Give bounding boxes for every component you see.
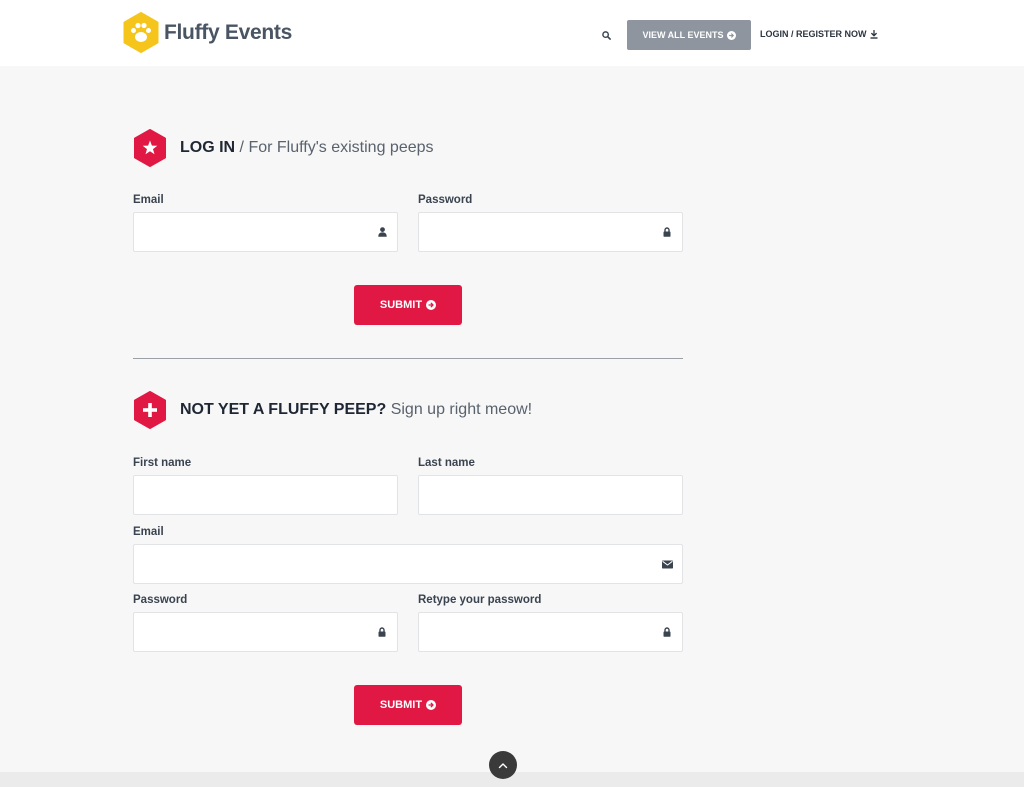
login-password-label: Password: [418, 194, 473, 206]
signup-email-input[interactable]: [134, 545, 682, 583]
signup-title-strong: NOT YET A FLUFFY PEEP?: [180, 401, 387, 418]
last-name-field-wrapper: [418, 475, 683, 515]
download-icon: [870, 29, 878, 39]
login-password-field-wrapper: [418, 212, 683, 252]
first-name-field-wrapper: [133, 475, 398, 515]
last-name-input[interactable]: [419, 476, 682, 514]
chevron-up-icon: [498, 762, 508, 768]
login-title-strong: LOG IN: [180, 139, 236, 156]
view-all-events-button[interactable]: VIEW ALL EVENTS: [627, 20, 751, 50]
retype-password-field-wrapper: [418, 612, 683, 652]
search-button[interactable]: [597, 26, 615, 44]
brand-name: Fluffy Events: [164, 20, 292, 44]
plus-icon: [134, 391, 166, 429]
login-register-link[interactable]: LOGIN / REGISTER NOW: [760, 29, 878, 39]
login-email-field-wrapper: [133, 212, 398, 252]
scroll-to-top-button[interactable]: [489, 751, 517, 779]
arrow-circle-right-icon: [426, 300, 437, 310]
envelope-icon: [660, 557, 674, 571]
signup-password-input[interactable]: [134, 613, 397, 651]
signup-title: NOT YET A FLUFFY PEEP? Sign up right meo…: [180, 401, 532, 419]
login-email-label: Email: [133, 194, 164, 206]
lock-icon: [375, 625, 389, 639]
signup-email-field-wrapper: [133, 544, 683, 584]
login-email-input[interactable]: [134, 213, 397, 251]
login-title: LOG IN / For Fluffy's existing peeps: [180, 139, 434, 157]
user-icon: [375, 225, 389, 239]
login-register-label: LOGIN / REGISTER NOW: [760, 29, 867, 39]
first-name-label: First name: [133, 457, 192, 469]
last-name-label: Last name: [418, 457, 475, 469]
brand-logo[interactable]: Fluffy Events: [123, 12, 292, 53]
signup-password-field-wrapper: [133, 612, 398, 652]
arrow-circle-right-icon: [726, 30, 736, 40]
lock-icon: [660, 225, 674, 239]
signup-submit-label: SUBMIT: [379, 699, 423, 711]
signup-email-label: Email: [133, 526, 164, 538]
signup-password-label: Password: [133, 594, 188, 606]
first-name-input[interactable]: [134, 476, 397, 514]
login-heading: LOG IN / For Fluffy's existing peeps: [133, 129, 434, 167]
retype-password-input[interactable]: [419, 613, 682, 651]
retype-password-label: Retype your password: [418, 594, 542, 606]
section-divider: [133, 358, 683, 359]
star-icon: [134, 129, 166, 167]
login-password-input[interactable]: [419, 213, 682, 251]
view-all-events-label: VIEW ALL EVENTS: [642, 30, 724, 40]
paw-icon: [123, 12, 159, 53]
lock-icon: [660, 625, 674, 639]
login-submit-label: SUBMIT: [379, 299, 423, 311]
site-header: Fluffy Events VIEW ALL EVENTS LOGIN / RE…: [0, 0, 1024, 66]
arrow-circle-right-icon: [426, 700, 437, 710]
signup-subtitle: Sign up right meow!: [386, 401, 533, 418]
search-icon: [601, 30, 611, 40]
login-submit-button[interactable]: SUBMIT: [354, 285, 462, 325]
signup-heading: NOT YET A FLUFFY PEEP? Sign up right meo…: [133, 391, 532, 429]
login-subtitle: / For Fluffy's existing peeps: [235, 139, 434, 156]
signup-submit-button[interactable]: SUBMIT: [354, 685, 462, 725]
